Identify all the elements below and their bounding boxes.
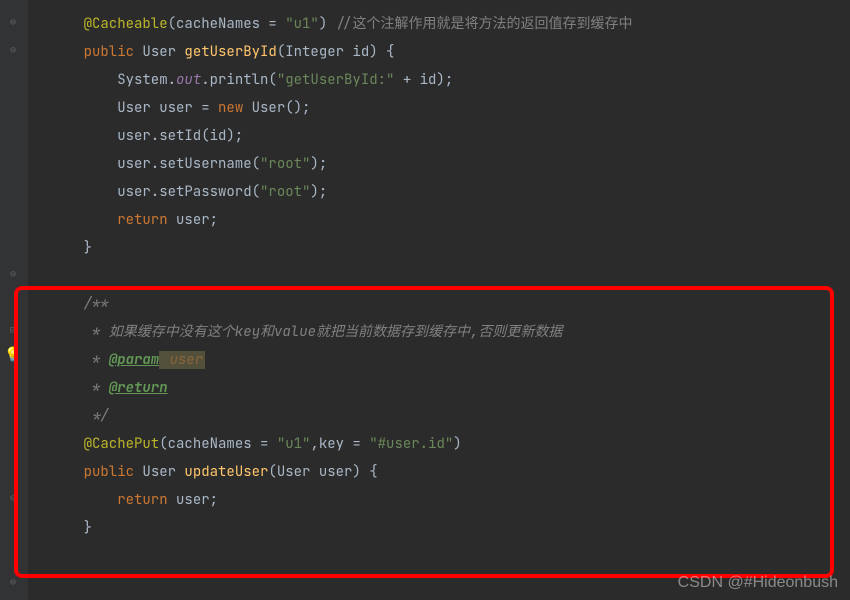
watermark: CSDN @#Hideonbush (678, 574, 838, 592)
javadoc-start: /** (84, 295, 109, 313)
comment: //这个注解作用就是将方法的返回值存到缓存中 (336, 15, 633, 33)
code-line[interactable]: @Cacheable(cacheNames = "u1") //这个注解作用就是… (50, 10, 850, 38)
method-name: getUserById (184, 43, 276, 61)
method-name: updateUser (184, 463, 268, 481)
javadoc-comment: * 如果缓存中没有这个key和value就把当前数据存到缓存中,否则更新数据 (84, 323, 563, 341)
code-line[interactable]: user.setPassword("root"); (50, 178, 850, 206)
javadoc-end: */ (84, 407, 109, 425)
code-line[interactable]: } (50, 514, 850, 542)
fold-icon[interactable]: ⊖ (6, 574, 20, 588)
param-tag: @param (109, 351, 159, 369)
code-line[interactable]: * 如果缓存中没有这个key和value就把当前数据存到缓存中,否则更新数据 (50, 318, 850, 346)
code-line[interactable]: return user; (50, 486, 850, 514)
code-line[interactable]: System.out.println("getUserById:" + id); (50, 66, 850, 94)
code-line[interactable]: user.setId(id); (50, 122, 850, 150)
code-line[interactable]: return user; (50, 206, 850, 234)
return-tag: @return (109, 379, 168, 397)
param-name: user (159, 351, 205, 369)
code-line[interactable]: public User getUserById(Integer id) { (50, 38, 850, 66)
annotation: @Cacheable (84, 15, 168, 33)
code-line[interactable]: public User updateUser(User user) { (50, 458, 850, 486)
code-line[interactable]: * @param user (50, 346, 850, 374)
blank-line[interactable] (50, 262, 850, 290)
code-line[interactable]: } (50, 234, 850, 262)
annotation: @CachePut (84, 435, 160, 453)
code-line[interactable]: user.setUsername("root"); (50, 150, 850, 178)
code-line[interactable]: */ (50, 402, 850, 430)
code-line[interactable]: * @return (50, 374, 850, 402)
code-line[interactable]: @CachePut(cacheNames = "u1",key = "#user… (50, 430, 850, 458)
code-editor[interactable]: @Cacheable(cacheNames = "u1") //这个注解作用就是… (0, 0, 850, 552)
code-line[interactable]: User user = new User(); (50, 94, 850, 122)
code-line[interactable]: /** (50, 290, 850, 318)
